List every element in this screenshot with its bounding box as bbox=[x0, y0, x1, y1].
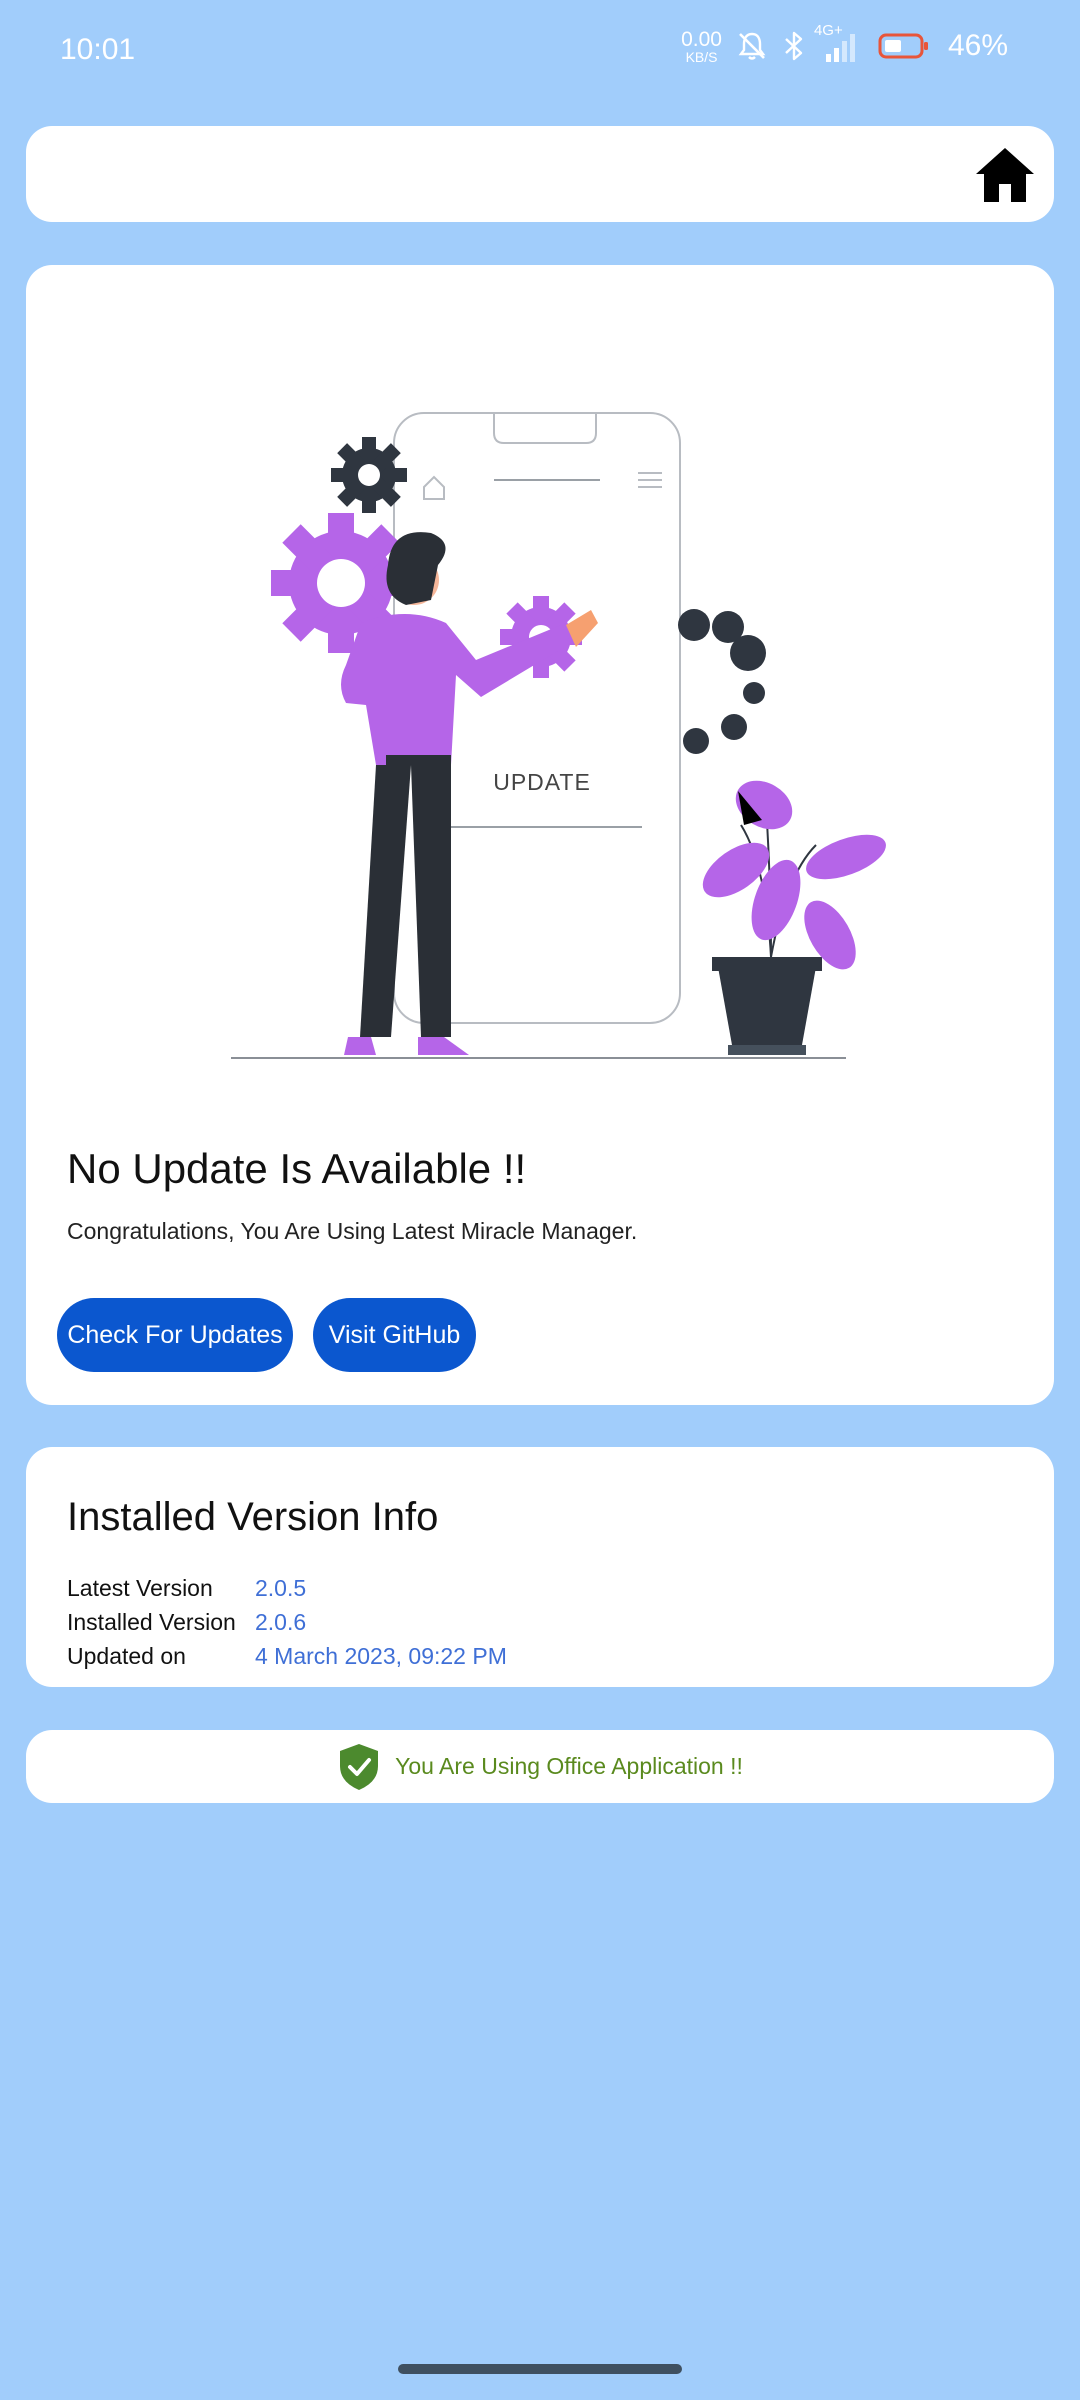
version-info-list: Latest Version 2.0.5 Installed Version 2… bbox=[67, 1571, 507, 1673]
update-status-card: UPDATE No Update Is Available !! Congrat… bbox=[26, 265, 1054, 1405]
version-info-card: Installed Version Info Latest Version 2.… bbox=[26, 1447, 1054, 1687]
status-time: 10:01 bbox=[60, 33, 136, 66]
update-status-title: No Update Is Available !! bbox=[67, 1145, 527, 1192]
bluetooth-icon bbox=[785, 31, 803, 61]
battery-percent: 46% bbox=[947, 29, 1008, 62]
version-row-installed: Installed Version 2.0.6 bbox=[67, 1605, 507, 1639]
version-row-latest: Latest Version 2.0.5 bbox=[67, 1571, 507, 1605]
status-icons: 0.00 KB/S 4G+ 46% bbox=[681, 22, 1008, 64]
update-status-message: Congratulations, You Are Using Latest Mi… bbox=[67, 1218, 638, 1244]
update-illustration-label: UPDATE bbox=[493, 769, 591, 795]
office-notice-content: You Are Using Office Application !! bbox=[337, 1742, 743, 1792]
net-speed: 0.00 KB/S bbox=[681, 29, 722, 64]
battery-icon bbox=[878, 33, 928, 59]
office-notice-text: You Are Using Office Application !! bbox=[395, 1753, 743, 1779]
top-app-bar bbox=[26, 126, 1054, 222]
version-info-title: Installed Version Info bbox=[67, 1495, 439, 1539]
office-application-notice: You Are Using Office Application !! bbox=[26, 1730, 1054, 1803]
updated-on-value: 4 March 2023, 09:22 PM bbox=[255, 1643, 507, 1669]
net-speed-value: 0.00 bbox=[681, 27, 722, 51]
home-icon bbox=[976, 148, 1034, 202]
latest-version-label: Latest Version bbox=[67, 1575, 213, 1601]
check-for-updates-button[interactable]: Check For Updates bbox=[57, 1298, 293, 1372]
status-bar: 10:01 0.00 KB/S 4G+ 46% bbox=[0, 0, 1080, 100]
signal-strength-icon: 4G+ bbox=[814, 22, 864, 64]
update-illustration: UPDATE bbox=[231, 412, 886, 1059]
bell-muted-icon bbox=[738, 32, 766, 60]
gesture-navigation-handle[interactable] bbox=[398, 2364, 682, 2374]
updated-on-label: Updated on bbox=[67, 1643, 186, 1669]
shield-check-icon bbox=[340, 1743, 379, 1790]
latest-version-value: 2.0.5 bbox=[255, 1575, 307, 1601]
visit-github-button[interactable]: Visit GitHub bbox=[313, 1298, 476, 1372]
installed-version-value: 2.0.6 bbox=[255, 1609, 307, 1635]
installed-version-label: Installed Version bbox=[67, 1609, 236, 1635]
net-speed-unit: KB/S bbox=[685, 48, 718, 65]
version-row-updated: Updated on 4 March 2023, 09:22 PM bbox=[67, 1639, 507, 1673]
home-button[interactable] bbox=[972, 142, 1038, 208]
